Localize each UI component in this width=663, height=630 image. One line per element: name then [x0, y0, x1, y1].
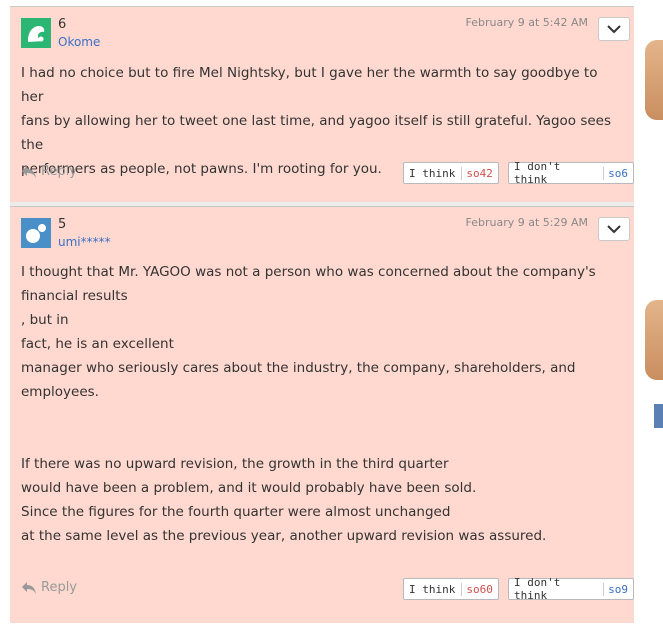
comment-line: manager who seriously cares about the in…: [21, 360, 576, 376]
reply-button[interactable]: Reply: [21, 164, 77, 179]
comment-number: 6: [58, 17, 67, 32]
comment-body: I thought that Mr. YAGOO was not a perso…: [21, 260, 624, 548]
comment-line: Since the figures for the fourth quarter…: [21, 504, 451, 520]
sidebar-tab[interactable]: [654, 404, 663, 428]
comment-menu-button[interactable]: [598, 217, 630, 241]
i-think-button[interactable]: I think so60: [403, 578, 499, 600]
comment-line: [21, 404, 624, 428]
i-think-label: I think: [409, 582, 456, 596]
user-avatar-icon: [21, 218, 51, 248]
comment-line: If there was no upward revision, the gro…: [21, 456, 449, 472]
i-dont-think-count: so6: [603, 166, 628, 180]
comment-line: fact, he is an excellent: [21, 336, 174, 352]
i-think-count: so60: [461, 582, 493, 596]
user-avatar-icon: [21, 18, 51, 48]
chevron-down-icon: [607, 24, 621, 33]
comment-line: I had no choice but to fire Mel Nightsky…: [21, 65, 598, 105]
comment-line: , but in: [21, 312, 69, 328]
comment-number: 5: [58, 217, 67, 232]
i-dont-think-button[interactable]: I don't think so9: [508, 576, 634, 602]
sidebar-thumbnail[interactable]: [645, 40, 663, 120]
comment-card: 6 Okome February 9 at 5:42 AM I had no c…: [10, 6, 634, 203]
comment-line: employees.: [21, 384, 99, 400]
comment-line: at the same level as the previous year, …: [21, 528, 547, 544]
comment-username[interactable]: Okome: [58, 35, 100, 49]
comment-date: February 9 at 5:42 AM: [465, 16, 589, 29]
reply-arrow-icon: [22, 581, 36, 594]
i-think-count: so42: [461, 166, 493, 180]
reply-label: Reply: [41, 164, 78, 179]
comment-line: would have been a problem, and it would …: [21, 480, 477, 496]
comment-line: I thought that Mr. YAGOO was not a perso…: [21, 264, 596, 280]
comment-card: 5 umi***** February 9 at 5:29 AM I thoug…: [10, 206, 634, 623]
comment-date: February 9 at 5:29 AM: [465, 216, 589, 229]
sidebar-thumbnail[interactable]: [645, 300, 663, 380]
avatar[interactable]: [21, 18, 51, 48]
comment-username[interactable]: umi*****: [58, 235, 111, 249]
i-dont-think-label: I don't think: [514, 576, 561, 602]
comment-line: financial results: [21, 288, 128, 304]
comment-line: [21, 428, 624, 452]
avatar[interactable]: [21, 218, 51, 248]
chevron-down-icon: [607, 224, 621, 233]
comment-line: fans by allowing her to tweet one last t…: [21, 113, 612, 153]
reply-arrow-icon: [22, 165, 36, 178]
i-dont-think-label: I don't think: [514, 160, 561, 186]
i-think-label: I think: [409, 166, 456, 180]
comment-menu-button[interactable]: [598, 17, 630, 41]
i-think-button[interactable]: I think so42: [403, 162, 499, 184]
comment-thread: 6 Okome February 9 at 5:42 AM I had no c…: [10, 6, 634, 630]
i-dont-think-button[interactable]: I don't think so6: [508, 160, 634, 186]
reply-button[interactable]: Reply: [21, 580, 77, 595]
i-dont-think-count: so9: [603, 582, 628, 596]
reply-label: Reply: [41, 580, 78, 595]
